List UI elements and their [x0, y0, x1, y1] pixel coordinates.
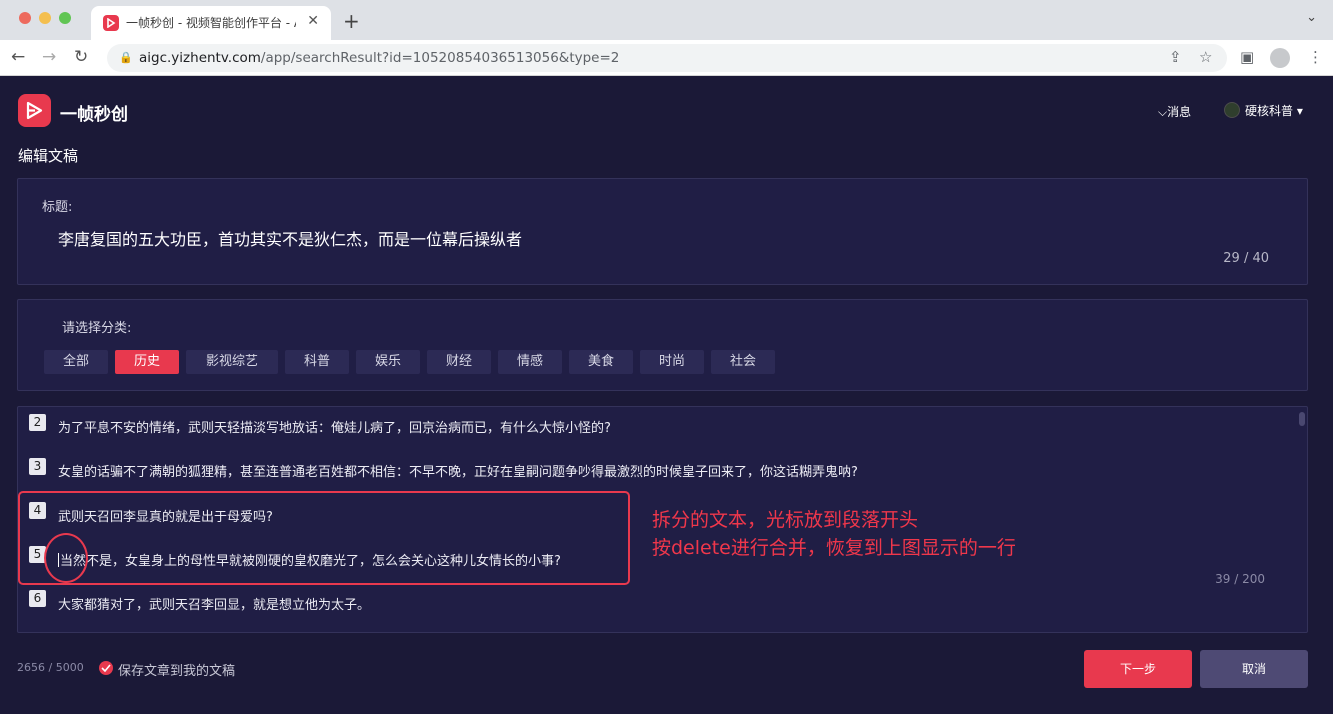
- annotation-text-line2: 按delete进行合并，恢复到上图显示的一行: [652, 537, 1016, 559]
- title-panel: 标题: 李唐复国的五大功臣，首功其实不是狄仁杰，而是一位幕后操纵者 29 / 4…: [17, 178, 1308, 285]
- next-step-button[interactable]: 下一步: [1084, 650, 1192, 688]
- category-label: 请选择分类:: [62, 321, 132, 336]
- category-emotion[interactable]: 情感: [498, 350, 562, 374]
- paragraph-number: 2: [29, 414, 46, 431]
- close-tab-icon[interactable]: ✕: [307, 13, 319, 29]
- share-icon[interactable]: ⇪: [1169, 48, 1182, 66]
- checkbox-checked-icon[interactable]: [99, 661, 113, 675]
- lock-icon: 🔒: [119, 51, 133, 64]
- user-menu[interactable]: 硬核科普 ▾: [1245, 102, 1303, 119]
- user-avatar[interactable]: [1224, 102, 1240, 118]
- title-label: 标题:: [42, 200, 73, 215]
- forward-icon[interactable]: →: [42, 47, 56, 67]
- maximize-window-button[interactable]: [59, 12, 71, 24]
- paragraph-text[interactable]: 为了平息不安的情绪，武则天轻描淡写地放话：俺娃儿病了，回京治病而已，有什么大惊小…: [58, 417, 611, 436]
- more-menu-icon[interactable]: ⋮: [1308, 48, 1323, 66]
- category-film-variety[interactable]: 影视综艺: [186, 350, 278, 374]
- paragraph-text[interactable]: 大家都猜对了，武则天召李回显，就是想立他为太子。: [58, 594, 370, 613]
- scrollbar[interactable]: [1299, 412, 1305, 426]
- title-input[interactable]: 李唐复国的五大功臣，首功其实不是狄仁杰，而是一位幕后操纵者: [58, 226, 958, 250]
- paragraph-count: 39 / 200: [1215, 572, 1265, 586]
- cancel-button[interactable]: 取消: [1200, 650, 1308, 688]
- annotation-circle: [44, 533, 88, 583]
- category-finance[interactable]: 财经: [427, 350, 491, 374]
- category-science[interactable]: 科普: [285, 350, 349, 374]
- chevron-down-icon: ⌵: [1158, 105, 1168, 119]
- sidebar-icon[interactable]: ▣: [1240, 48, 1254, 66]
- title-char-count: 29 / 40: [1223, 251, 1269, 266]
- annotation-text-line1: 拆分的文本，光标放到段落开头: [652, 509, 919, 531]
- paragraph-number: 6: [29, 590, 46, 607]
- category-fashion[interactable]: 时尚: [640, 350, 704, 374]
- page-title: 编辑文稿: [18, 147, 79, 165]
- tab-title: 一帧秒创 - 视频智能创作平台 - A: [126, 16, 296, 30]
- save-to-drafts-label[interactable]: 保存文章到我的文稿: [118, 660, 235, 679]
- category-panel: 请选择分类: 全部 历史 影视综艺 科普 娱乐 财经 情感 美食 时尚 社会: [17, 299, 1308, 391]
- address-bar: ← → ↻ 🔒 aigc.yizhentv.com/app/searchResu…: [0, 40, 1333, 76]
- category-society[interactable]: 社会: [711, 350, 775, 374]
- close-window-button[interactable]: [19, 12, 31, 24]
- reload-icon[interactable]: ↻: [74, 47, 88, 67]
- profile-avatar[interactable]: [1270, 48, 1290, 68]
- back-icon[interactable]: ←: [11, 47, 25, 67]
- paragraph-text[interactable]: 女皇的话骗不了满朝的狐狸精，甚至连普通老百姓都不相信：不早不晚，正好在皇嗣问题争…: [58, 461, 858, 480]
- favicon-icon: [103, 15, 119, 31]
- new-tab-icon[interactable]: +: [343, 9, 360, 33]
- url-input[interactable]: 🔒 aigc.yizhentv.com/app/searchResult?id=…: [107, 44, 1227, 72]
- minimize-window-button[interactable]: [39, 12, 51, 24]
- annotation-box: [18, 491, 630, 585]
- category-history[interactable]: 历史: [115, 350, 179, 374]
- bookmark-star-icon[interactable]: ☆: [1199, 48, 1212, 66]
- word-count: 2656 / 5000: [17, 661, 84, 674]
- category-all[interactable]: 全部: [44, 350, 108, 374]
- app-logo[interactable]: [18, 94, 51, 127]
- app-name: 一帧秒创: [60, 105, 128, 125]
- url-text: aigc.yizhentv.com/app/searchResult?id=10…: [139, 50, 620, 66]
- category-entertainment[interactable]: 娱乐: [356, 350, 420, 374]
- messages-menu[interactable]: ⌵消息: [1158, 103, 1191, 120]
- messages-label: 消息: [1167, 105, 1192, 119]
- user-name: 硬核科普: [1245, 104, 1294, 118]
- chevron-down-icon[interactable]: ⌄: [1306, 10, 1317, 25]
- browser-tab[interactable]: 一帧秒创 - 视频智能创作平台 - A ✕: [91, 6, 331, 40]
- browser-tab-bar: 一帧秒创 - 视频智能创作平台 - A ✕ + ⌄: [0, 0, 1333, 40]
- caret-down-icon: ▾: [1296, 104, 1303, 118]
- paragraph-number: 3: [29, 458, 46, 475]
- category-food[interactable]: 美食: [569, 350, 633, 374]
